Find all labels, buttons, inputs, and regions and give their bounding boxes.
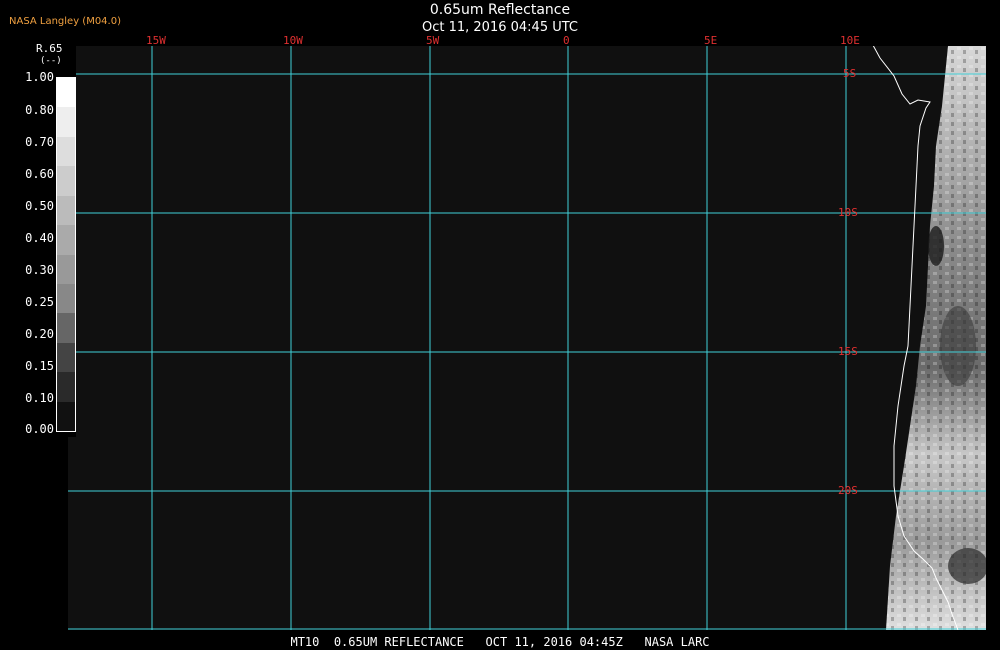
legend-color-step xyxy=(57,313,75,344)
legend-title: R.65 xyxy=(36,42,63,55)
legend-tick: 0.20 xyxy=(25,327,54,341)
legend-unit: (--) xyxy=(40,56,62,66)
legend-color-step xyxy=(57,166,75,197)
legend-tick: 0.00 xyxy=(25,422,54,436)
legend-tick: 0.50 xyxy=(25,199,54,213)
legend-color-step xyxy=(57,107,75,138)
legend-tick: 0.10 xyxy=(25,391,54,405)
legend-color-bar xyxy=(56,77,76,432)
legend-tick: 1.00 xyxy=(25,70,54,84)
legend-tick: 0.15 xyxy=(25,359,54,373)
legend-color-step xyxy=(57,342,75,373)
legend-color-step xyxy=(57,283,75,314)
cloud-gap xyxy=(940,306,976,386)
legend-color-step xyxy=(57,225,75,255)
legend-tick: 0.80 xyxy=(25,103,54,117)
legend-tick: 0.40 xyxy=(25,231,54,245)
lat-label-15s: 15S xyxy=(838,345,858,358)
legend-color-step xyxy=(57,78,75,108)
satellite-map xyxy=(68,46,986,630)
map-svg xyxy=(68,46,986,630)
legend-color-step xyxy=(57,136,75,167)
legend-tick: 0.70 xyxy=(25,135,54,149)
legend-color-step xyxy=(57,401,75,432)
lat-label-20s: 20S xyxy=(838,484,858,497)
footer-caption: MT10 0.65UM REFLECTANCE OCT 11, 2016 04:… xyxy=(290,635,710,649)
cloud-gap xyxy=(928,226,944,266)
image-title: 0.65um Reflectance xyxy=(429,2,571,18)
legend-color-step xyxy=(57,254,75,285)
legend-color-step xyxy=(57,195,75,226)
legend-color-step xyxy=(57,372,75,403)
color-legend: R.65 (--) 1.00 0.80 0.70 0.60 0.50 0.40 … xyxy=(14,42,76,437)
lat-label-5s: 5S xyxy=(843,67,857,80)
legend-tick: 0.60 xyxy=(25,167,54,181)
legend-tick: 0.30 xyxy=(25,263,54,277)
legend-tick: 0.25 xyxy=(25,295,54,309)
lat-label-10s: 10S xyxy=(838,206,858,219)
graticule xyxy=(68,46,986,630)
image-timestamp: Oct 11, 2016 04:45 UTC xyxy=(422,20,578,35)
